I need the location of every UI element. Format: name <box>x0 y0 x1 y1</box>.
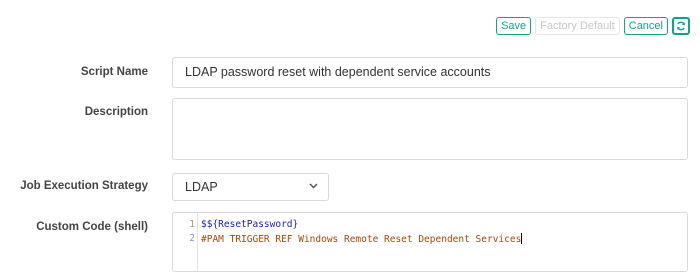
cancel-button[interactable]: Cancel <box>623 17 668 35</box>
description-textarea[interactable] <box>172 98 688 160</box>
refresh-icon <box>677 21 685 31</box>
code-comment: #PAM TRIGGER REF Windows Remote Reset De… <box>201 234 522 245</box>
custom-code-editor[interactable]: 1 $${ResetPassword} 2 #PAM TRIGGER REF W… <box>172 212 688 272</box>
script-name-label: Script Name <box>80 66 148 78</box>
chevron-down-icon <box>309 183 318 189</box>
text-cursor <box>521 233 523 244</box>
job-execution-strategy-select[interactable]: LDAP <box>172 173 329 201</box>
description-label: Description <box>84 106 148 118</box>
script-name-input[interactable]: LDAP password reset with dependent servi… <box>172 57 688 88</box>
line-number: 1 <box>189 219 195 230</box>
form-toolbar: Save Factory Default Cancel <box>496 17 690 35</box>
code-line: #PAM TRIGGER REF Windows Remote Reset De… <box>201 233 523 245</box>
refresh-button[interactable] <box>672 17 690 35</box>
job-execution-strategy-label: Job Execution Strategy <box>20 180 148 192</box>
custom-code-label: Custom Code (shell) <box>36 221 148 233</box>
code-line: $${ResetPassword} <box>201 219 298 230</box>
code-variable: $${ResetPassword} <box>201 219 299 230</box>
job-execution-strategy-value: LDAP <box>185 180 218 194</box>
save-button[interactable]: Save <box>496 17 532 35</box>
factory-default-button[interactable]: Factory Default <box>535 17 620 35</box>
line-number: 2 <box>189 233 195 244</box>
